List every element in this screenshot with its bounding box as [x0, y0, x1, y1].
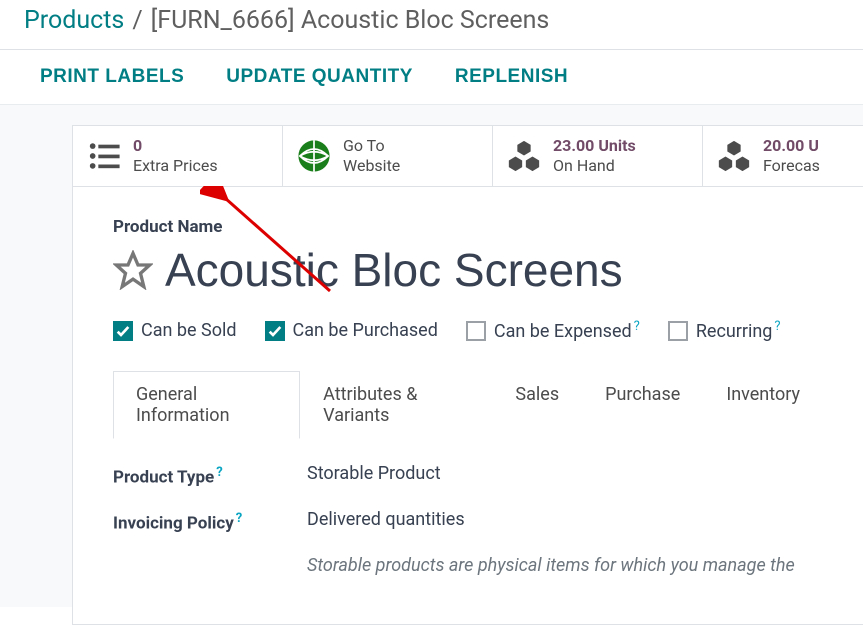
goto-website-line1: Go To	[343, 136, 400, 156]
breadcrumb: Products / [FURN_6666] Acoustic Bloc Scr…	[0, 0, 863, 49]
breadcrumb-sep: /	[132, 6, 142, 35]
cubes-icon	[717, 139, 751, 173]
forecasted-value: 20.00 U	[763, 136, 820, 156]
help-icon[interactable]: ?	[216, 465, 222, 480]
product-name-input[interactable]	[165, 243, 823, 297]
breadcrumb-root[interactable]: Products	[24, 6, 124, 35]
product-type-value[interactable]: Storable Product	[307, 463, 441, 484]
forecasted-label: Forecas	[763, 156, 820, 176]
on-hand-value: 23.00 Units	[553, 136, 636, 156]
can-be-expensed-checkbox[interactable]: Can be Expensed?	[466, 319, 640, 342]
product-name-label: Product Name	[113, 217, 823, 237]
favorite-star-icon[interactable]	[113, 250, 153, 290]
can-be-sold-checkbox[interactable]: Can be Sold	[113, 320, 237, 341]
print-labels-button[interactable]: PRINT LABELS	[40, 66, 184, 88]
help-icon[interactable]: ?	[236, 511, 242, 526]
stat-button-row: 0 Extra Prices Go To Website 23.00 Uni	[73, 126, 863, 187]
tab-bar: General Information Attributes & Variant…	[113, 370, 823, 439]
tab-sales[interactable]: Sales	[492, 371, 582, 439]
tab-attributes-variants[interactable]: Attributes & Variants	[300, 371, 492, 439]
options-row: Can be Sold Can be Purchased Can be Expe…	[113, 319, 823, 342]
checkbox-checked-icon	[265, 321, 285, 341]
can-be-purchased-checkbox[interactable]: Can be Purchased	[265, 320, 438, 341]
tab-inventory[interactable]: Inventory	[703, 371, 823, 439]
tab-general-information[interactable]: General Information	[113, 371, 300, 439]
recurring-checkbox[interactable]: Recurring?	[668, 319, 781, 342]
breadcrumb-current: [FURN_6666] Acoustic Bloc Screens	[151, 6, 550, 35]
extra-prices-value: 0	[133, 136, 218, 156]
help-icon[interactable]: ?	[634, 319, 640, 334]
on-hand-label: On Hand	[553, 156, 636, 176]
cubes-icon	[507, 139, 541, 173]
goto-website-line2: Website	[343, 156, 400, 176]
invoicing-policy-row: Invoicing Policy? Delivered quantities	[113, 509, 823, 537]
extra-prices-label: Extra Prices	[133, 156, 218, 176]
replenish-button[interactable]: REPLENISH	[455, 66, 568, 88]
forecasted-button[interactable]: 20.00 U Forecas	[703, 126, 863, 186]
extra-prices-button[interactable]: 0 Extra Prices	[73, 126, 283, 186]
action-bar: PRINT LABELS UPDATE QUANTITY REPLENISH	[0, 49, 863, 105]
help-icon[interactable]: ?	[774, 319, 780, 334]
invoicing-policy-value[interactable]: Delivered quantities	[307, 509, 465, 530]
checkbox-checked-icon	[113, 321, 133, 341]
list-icon	[87, 139, 121, 173]
on-hand-button[interactable]: 23.00 Units On Hand	[493, 126, 703, 186]
go-to-website-button[interactable]: Go To Website	[283, 126, 493, 186]
product-type-row: Product Type? Storable Product	[113, 463, 823, 491]
product-card: 0 Extra Prices Go To Website 23.00 Uni	[72, 125, 863, 625]
product-type-help: Storable products are physical items for…	[307, 555, 823, 576]
checkbox-unchecked-icon	[466, 321, 486, 341]
checkbox-unchecked-icon	[668, 321, 688, 341]
update-quantity-button[interactable]: UPDATE QUANTITY	[226, 66, 413, 88]
tab-purchase[interactable]: Purchase	[582, 371, 703, 439]
globe-icon	[297, 139, 331, 173]
